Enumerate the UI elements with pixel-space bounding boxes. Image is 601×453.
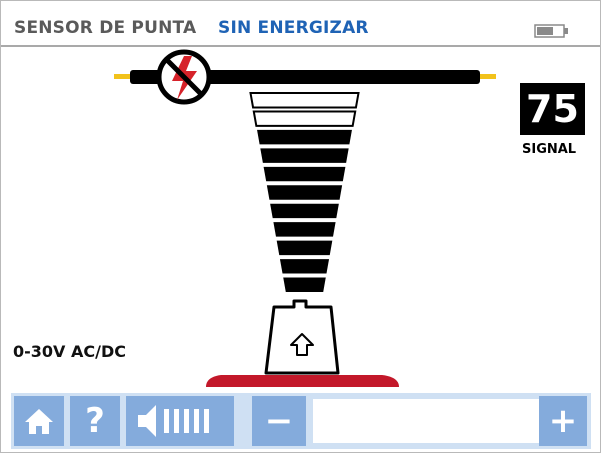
probe-icon	[206, 299, 399, 387]
volume-button[interactable]	[126, 396, 234, 446]
wire-tip-right	[479, 74, 496, 79]
signal-bar-filled	[279, 259, 330, 274]
signal-bar-empty	[249, 92, 360, 109]
toolbar: ? − +	[11, 393, 591, 449]
tester-screen: SENSOR DE PUNTA SIN ENERGIZAR 75 SIGNAL …	[0, 0, 601, 453]
wire-tip-left	[114, 74, 130, 79]
signal-bar-filled	[270, 203, 339, 219]
signal-bar-filled	[263, 166, 346, 182]
home-button[interactable]	[14, 396, 64, 446]
signal-bar-filled	[283, 277, 326, 292]
signal-meter	[249, 92, 360, 292]
signal-value: 75	[520, 83, 585, 135]
zoom-out-button[interactable]: −	[252, 396, 306, 446]
probe-base	[206, 375, 399, 387]
signal-bar-filled	[257, 129, 352, 145]
signal-bar-filled	[260, 148, 349, 163]
help-button[interactable]: ?	[70, 396, 120, 446]
sensor-diagram	[114, 49, 496, 387]
signal-bar-empty	[252, 110, 357, 127]
voltage-range-label: 0-30V AC/DC	[13, 342, 126, 361]
level-field[interactable]	[313, 399, 539, 443]
signal-label: SIGNAL	[522, 142, 577, 157]
home-icon	[25, 409, 53, 434]
zoom-in-button[interactable]: +	[539, 396, 587, 446]
signal-bar-filled	[276, 240, 333, 256]
no-voltage-icon	[156, 49, 212, 105]
speaker-icon	[138, 405, 209, 437]
signal-bar-filled	[273, 222, 336, 237]
signal-bar-filled	[266, 185, 343, 200]
